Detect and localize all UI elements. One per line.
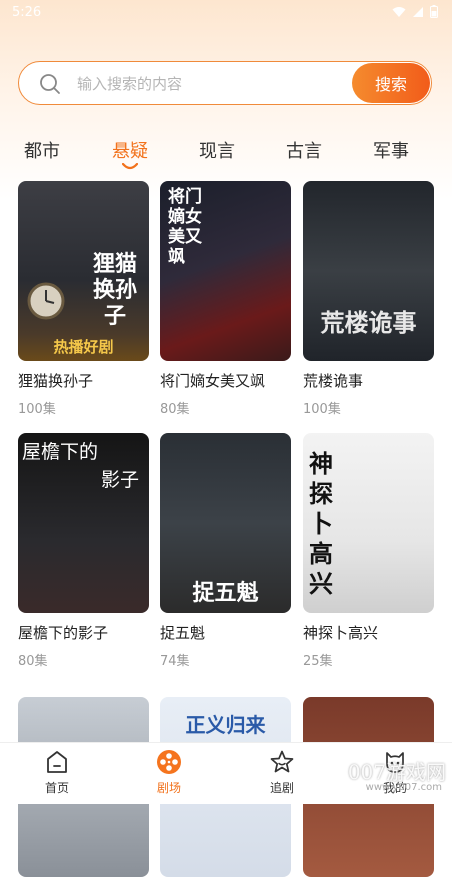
status-bar: 5:26: [0, 0, 452, 26]
tab-guyan[interactable]: 古言: [274, 137, 334, 163]
drama-title: 荒楼诡事: [303, 372, 364, 390]
signal-icon: [413, 6, 423, 17]
poster-subtitle: 热播好剧: [53, 338, 114, 356]
nav-label: 追剧: [269, 781, 294, 795]
nav-home[interactable]: 首页: [12, 749, 102, 796]
episode-count: 74集: [160, 654, 190, 669]
poster-title: 神探卜高兴: [309, 449, 333, 598]
drama-poster[interactable]: 狸猫换孙子 热播好剧: [18, 181, 149, 361]
drama-poster[interactable]: 屋檐下的 影子: [18, 433, 149, 613]
drama-card[interactable]: 荒楼诡事 荒楼诡事 100集: [303, 181, 434, 417]
drama-title: 屋檐下的影子: [18, 624, 109, 642]
search-bar: 搜索: [18, 61, 432, 105]
drama-poster[interactable]: 神探卜高兴: [303, 433, 434, 613]
drama-title: 神探卜高兴: [303, 624, 379, 642]
nav-theater[interactable]: 剧场: [124, 749, 214, 796]
home-icon: [47, 751, 67, 773]
poster-title: 正义归来: [185, 713, 266, 737]
drama-card[interactable]: 神探卜高兴 神探卜高兴 25集: [303, 433, 434, 669]
search-input[interactable]: [75, 70, 359, 98]
tab-dushi[interactable]: 都市: [12, 137, 72, 163]
drama-poster[interactable]: 将门嫡女美又飒: [160, 181, 291, 361]
category-tabs: 都市 悬疑 现言 古言 军事: [0, 137, 452, 171]
tab-label: 悬疑: [112, 141, 148, 162]
episode-count: 80集: [18, 654, 48, 669]
episode-count: 80集: [160, 402, 190, 417]
episode-count: 100集: [18, 402, 56, 417]
tab-label: 都市: [24, 141, 60, 162]
nav-label: 剧场: [156, 781, 181, 795]
search-icon: [40, 74, 60, 94]
drama-card[interactable]: 屋檐下的 影子 屋檐下的影子 80集: [18, 433, 149, 669]
drama-title: 狸猫换孙子: [18, 372, 94, 390]
watermark-logo: 007游戏网: [347, 760, 446, 784]
tab-label: 古言: [286, 141, 322, 162]
clock-icon: [27, 282, 65, 320]
poster-title: 捉五魁: [192, 580, 259, 606]
poster-title-line2: 影子: [100, 469, 139, 491]
episode-count: 100集: [303, 402, 341, 417]
tab-xianyan[interactable]: 现言: [187, 137, 247, 163]
film-reel-icon: [157, 750, 181, 774]
tab-xuanyi[interactable]: 悬疑: [100, 137, 160, 170]
drama-poster[interactable]: 捉五魁: [160, 433, 291, 613]
poster-title-line1: 屋檐下的: [22, 441, 99, 463]
active-tab-indicator: [122, 163, 138, 170]
drama-title: 将门嫡女美又飒: [160, 372, 266, 390]
episode-count: 25集: [303, 654, 333, 669]
search-button[interactable]: 搜索: [352, 63, 430, 103]
watermark-url: www.y007.com: [365, 782, 442, 793]
battery-icon: [430, 5, 438, 18]
tab-label: 军事: [373, 141, 409, 162]
nav-label: 首页: [44, 781, 69, 795]
poster-title: 狸猫换孙子: [92, 251, 137, 329]
drama-title: 捉五魁: [160, 624, 206, 642]
wifi-icon: [392, 6, 406, 17]
status-time: 5:26: [12, 5, 42, 20]
drama-card[interactable]: 将门嫡女美又飒 将门嫡女美又飒 80集: [160, 181, 291, 417]
tab-label: 现言: [199, 141, 235, 162]
tab-junshi[interactable]: 军事: [361, 137, 421, 163]
star-icon: [270, 750, 294, 773]
drama-poster[interactable]: 荒楼诡事: [303, 181, 434, 361]
poster-title: 将门嫡女美又飒: [168, 187, 202, 267]
drama-card[interactable]: 捉五魁 捉五魁 74集: [160, 433, 291, 669]
drama-card[interactable]: 狸猫换孙子 热播好剧 狸猫换孙子 100集: [18, 181, 149, 417]
nav-follow[interactable]: 追剧: [237, 749, 327, 796]
poster-title: 荒楼诡事: [320, 308, 417, 337]
status-icons: [392, 5, 438, 18]
